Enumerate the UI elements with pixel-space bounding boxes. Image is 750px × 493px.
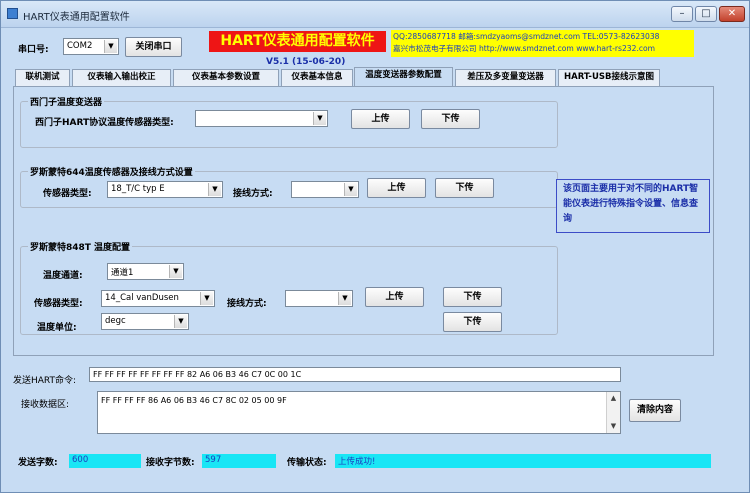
rosemount848-unit-label: 温度单位:: [37, 323, 77, 333]
contact-line-1: QQ:2850687718 邮箱:smdzyaoms@smdznet.com T…: [393, 32, 660, 41]
clear-content-button[interactable]: 清除内容: [629, 399, 681, 422]
siemens-group: 西门子温度变送器 西门子HART协议温度传感器类型: ▼ 上传 下传: [20, 95, 558, 148]
port-label: 串口号:: [18, 45, 49, 55]
receive-data-area[interactable]: FF FF FF FF 86 A6 06 B3 46 C7 8C 02 05 0…: [97, 391, 621, 434]
chevron-down-icon: ▼: [200, 292, 213, 305]
rosemount848-upload-button[interactable]: 上传: [365, 287, 424, 307]
app-icon: [7, 8, 18, 19]
chevron-down-icon: ▼: [313, 112, 326, 125]
rosemount848-channel-label: 温度通道:: [43, 271, 83, 281]
received-count-value: 597: [202, 454, 276, 468]
siemens-download-button[interactable]: 下传: [421, 109, 480, 129]
status-bar: 发送字数: 600 接收字节数: 597 传输状态: 上传成功!: [7, 450, 715, 472]
rosemount848-unit-value: degc: [105, 316, 126, 326]
siemens-upload-button[interactable]: 上传: [351, 109, 410, 129]
port-select-value: COM2: [67, 41, 93, 51]
tab-hart-usb-wiring[interactable]: HART-USB接线示意图: [558, 69, 660, 86]
tab-online-test[interactable]: 联机测试: [15, 69, 70, 86]
window-title: HART仪表通用配置软件: [23, 12, 130, 23]
chevron-down-icon: ▼: [104, 40, 117, 53]
rosemount848-wiring-label: 接线方式:: [227, 299, 267, 309]
rosemount644-download-button[interactable]: 下传: [435, 178, 494, 198]
chevron-down-icon: ▼: [344, 183, 357, 196]
sent-count-label: 发送字数:: [18, 458, 58, 468]
tab-temperature-config[interactable]: 温度变送器参数配置: [354, 67, 453, 86]
main-window: HART仪表通用配置软件 – □ ✕ 串口号: COM2 ▼ 关闭串口 HART…: [0, 0, 750, 493]
chevron-down-icon: ▼: [338, 292, 351, 305]
rosemount644-sensor-select[interactable]: 18_T/C typ E ▼: [107, 181, 223, 198]
tab-io-calibration[interactable]: 仪表输入输出校正: [72, 69, 171, 86]
rosemount644-group: 罗斯蒙特644温度传感器及接线方式设置 传感器类型: 18_T/C typ E …: [20, 165, 558, 208]
tab-dp-multivariable[interactable]: 差压及多变量变送器: [455, 69, 556, 86]
title-bar: HART仪表通用配置软件 – □ ✕: [1, 1, 749, 28]
rosemount848-unit-download-button[interactable]: 下传: [443, 312, 502, 332]
close-port-button[interactable]: 关闭串口: [125, 37, 182, 57]
rosemount848-wiring-select[interactable]: ▼: [285, 290, 353, 307]
scroll-up-icon[interactable]: ▲: [607, 392, 620, 405]
siemens-sensor-label: 西门子HART协议温度传感器类型:: [35, 118, 174, 128]
rosemount644-sensor-label: 传感器类型:: [43, 189, 92, 199]
maximize-button[interactable]: □: [695, 6, 717, 22]
receive-data-label: 接收数据区:: [21, 400, 70, 410]
rosemount848-unit-select[interactable]: degc ▼: [101, 313, 189, 330]
rosemount644-wiring-label: 接线方式:: [233, 189, 273, 199]
send-command-input[interactable]: FF FF FF FF FF FF FF FF 82 A6 06 B3 46 C…: [89, 367, 621, 382]
rosemount644-wiring-select[interactable]: ▼: [291, 181, 359, 198]
receive-data-text: FF FF FF FF 86 A6 06 B3 46 C7 8C 02 05 0…: [101, 396, 287, 405]
rosemount644-sensor-value: 18_T/C typ E: [111, 184, 165, 194]
rosemount848-download-button[interactable]: 下传: [443, 287, 502, 307]
sent-count-value: 600: [69, 454, 141, 468]
rosemount848-group-title: 罗斯蒙特848T 温度配置: [28, 240, 133, 253]
tab-basic-params[interactable]: 仪表基本参数设置: [173, 69, 279, 86]
chevron-down-icon: ▼: [174, 315, 187, 328]
siemens-group-title: 西门子温度变送器: [28, 95, 105, 108]
rosemount848-sensor-label: 传感器类型:: [34, 299, 83, 309]
scroll-down-icon[interactable]: ▼: [607, 420, 620, 433]
rosemount848-sensor-select[interactable]: 14_Cal vanDusen ▼: [101, 290, 215, 307]
receive-scrollbar[interactable]: ▲ ▼: [606, 392, 620, 433]
rosemount848-channel-select[interactable]: 通道1 ▼: [107, 263, 184, 280]
port-select[interactable]: COM2 ▼: [63, 38, 119, 55]
send-command-label: 发送HART命令:: [13, 376, 77, 386]
version-label: V5.1 (15-06-20): [266, 57, 346, 67]
contact-banner: QQ:2850687718 邮箱:smdzyaoms@smdznet.com T…: [391, 30, 694, 57]
chevron-down-icon: ▼: [169, 265, 182, 278]
rosemount644-upload-button[interactable]: 上传: [367, 178, 426, 198]
minimize-button[interactable]: –: [671, 6, 693, 22]
received-count-label: 接收字节数:: [146, 458, 195, 468]
siemens-sensor-select[interactable]: ▼: [195, 110, 328, 127]
rosemount848-channel-value: 通道1: [111, 268, 134, 278]
tab-basic-info[interactable]: 仪表基本信息: [281, 69, 353, 86]
app-banner-title: HART仪表通用配置软件: [209, 31, 386, 52]
rosemount848-sensor-value: 14_Cal vanDusen: [105, 293, 179, 303]
transfer-status-label: 传输状态:: [287, 458, 327, 468]
close-window-button[interactable]: ✕: [719, 6, 745, 22]
rosemount644-group-title: 罗斯蒙特644温度传感器及接线方式设置: [28, 165, 195, 178]
transfer-status-value: 上传成功!: [335, 454, 711, 468]
rosemount848-group: 罗斯蒙特848T 温度配置 温度通道: 通道1 ▼ 传感器类型: 14_Cal …: [20, 240, 558, 335]
contact-line-2: 嘉兴市松茂电子有限公司 http://www.smdznet.com www.h…: [393, 44, 656, 53]
page-note: 该页面主要用于对不同的HART智能仪表进行特殊指令设置、信息查询: [556, 179, 710, 233]
chevron-down-icon: ▼: [208, 183, 221, 196]
